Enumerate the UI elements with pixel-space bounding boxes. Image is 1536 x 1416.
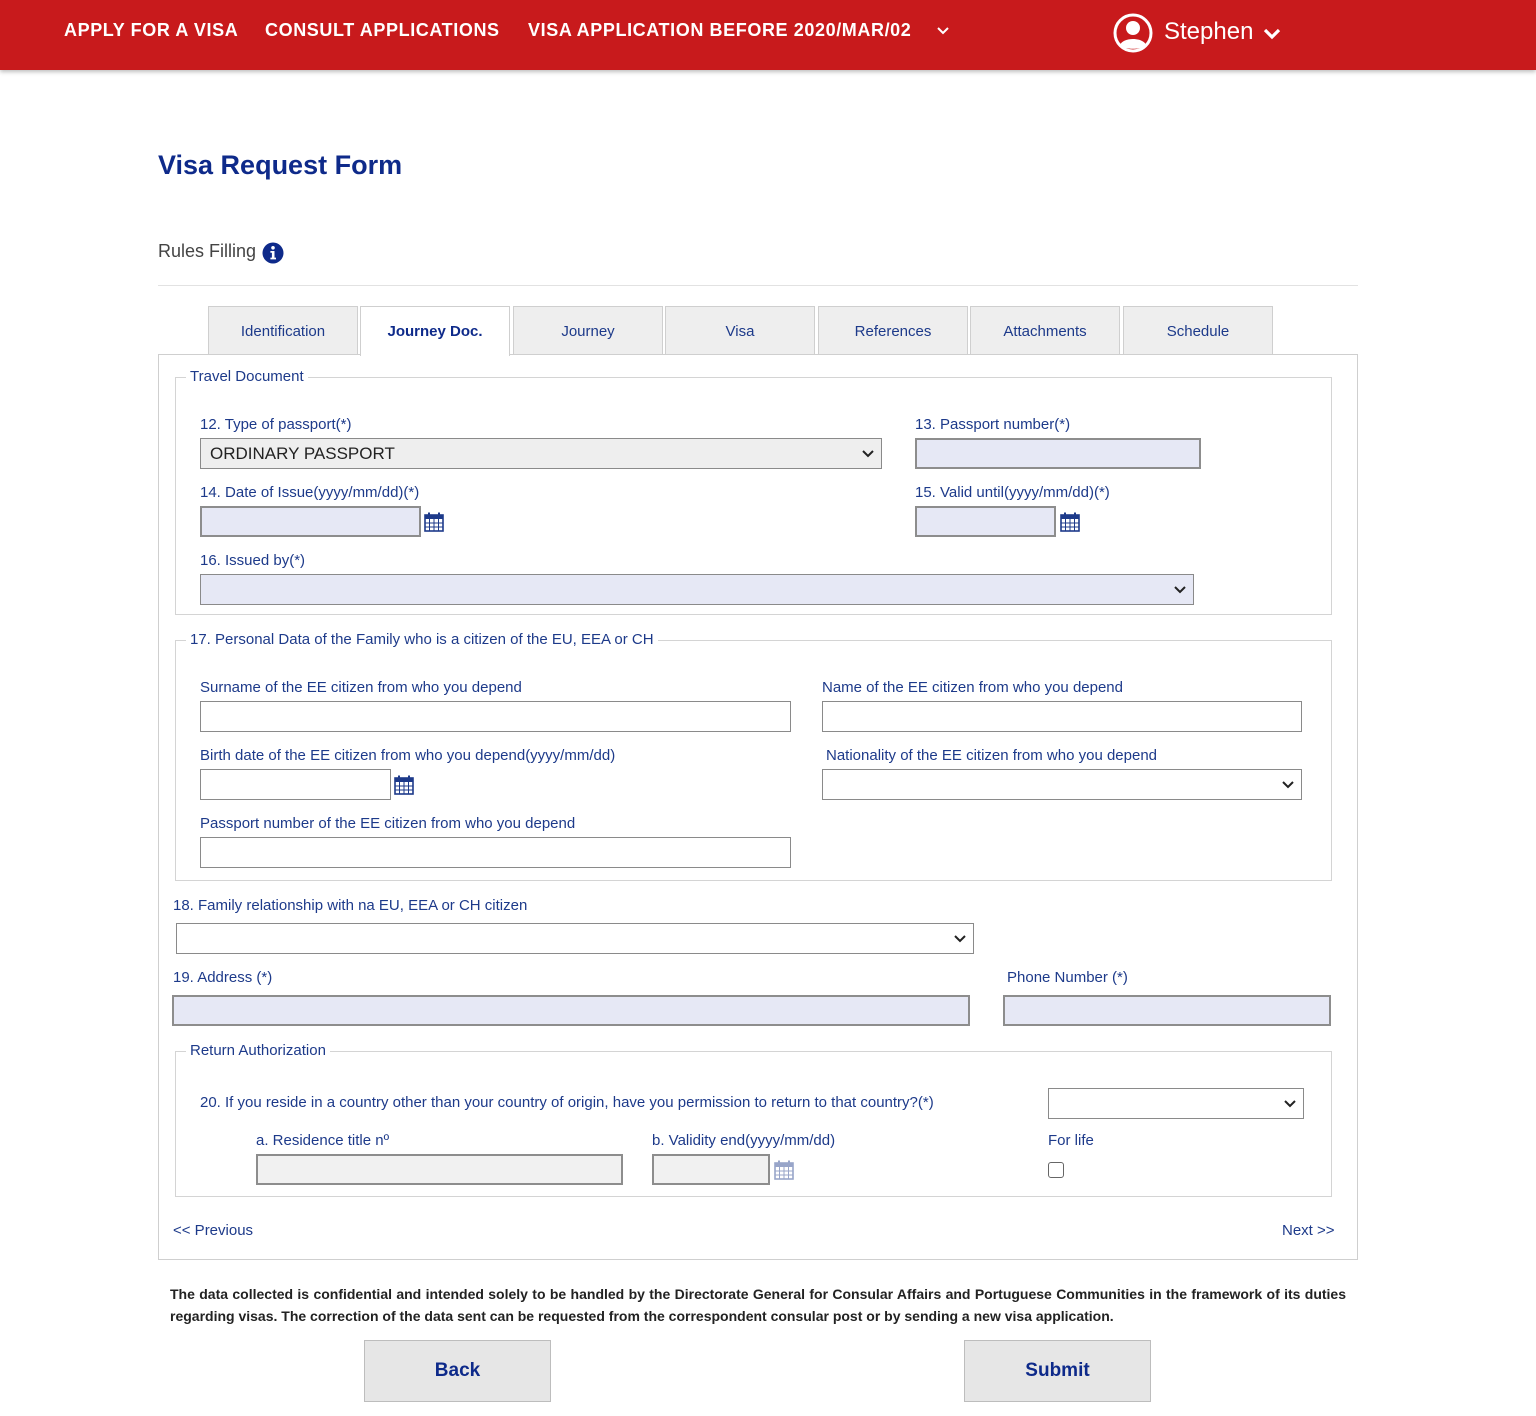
ee-surname-label: Surname of the EE citizen from who you d… [200, 679, 522, 696]
for-life-label: For life [1048, 1132, 1094, 1149]
passport-type-select[interactable]: ORDINARY PASSPORT [200, 438, 882, 469]
return-permission-select[interactable] [1048, 1088, 1304, 1119]
nav-visa-application-before[interactable]: VISA APPLICATION BEFORE 2020/MAR/02 [528, 20, 911, 41]
submit-button[interactable]: Submit [964, 1340, 1151, 1402]
passport-type-value: ORDINARY PASSPORT [210, 443, 395, 463]
rules-filling-label: Rules Filling [158, 241, 257, 261]
date-of-issue-input[interactable] [200, 506, 421, 537]
top-navigation-bar: APPLY FOR A VISA CONSULT APPLICATIONS VI… [0, 0, 1536, 70]
ee-passport-input[interactable] [200, 837, 791, 868]
ee-birth-date-input[interactable] [200, 769, 391, 800]
issued-by-label: 16. Issued by(*) [200, 552, 306, 569]
validity-end-input[interactable] [652, 1154, 770, 1185]
nav-consult-applications[interactable]: CONSULT APPLICATIONS [265, 20, 500, 41]
tab-schedule[interactable]: Schedule [1123, 306, 1273, 355]
ee-nationality-select[interactable] [822, 769, 1302, 800]
family-relationship-select[interactable] [176, 923, 974, 954]
calendar-icon[interactable] [1060, 512, 1080, 532]
chevron-down-icon [954, 935, 966, 943]
travel-document-legend: Travel Document [186, 368, 308, 385]
family-data-legend: 17. Personal Data of the Family who is a… [186, 631, 658, 648]
family-relationship-label: 18. Family relationship with na EU, EEA … [173, 897, 528, 914]
user-name[interactable]: Stephen [1164, 18, 1253, 46]
calendar-icon[interactable] [424, 512, 444, 532]
address-input[interactable] [172, 995, 970, 1026]
user-menu-chevron-icon[interactable] [1263, 26, 1281, 42]
tab-identification[interactable]: Identification [208, 306, 358, 355]
page-title: Visa Request Form [158, 150, 403, 180]
ee-birth-date-label: Birth date of the EE citizen from who yo… [200, 747, 616, 764]
passport-type-label: 12. Type of passport(*) [200, 416, 352, 433]
ee-passport-label: Passport number of the EE citizen from w… [200, 815, 576, 832]
phone-number-label: Phone Number (*) [1007, 969, 1128, 986]
return-permission-question: 20. If you reside in a country other tha… [200, 1094, 934, 1111]
chevron-down-icon [1282, 781, 1294, 789]
ee-surname-input[interactable] [200, 701, 791, 732]
ee-nationality-label: Nationality of the EE citizen from who y… [826, 747, 1158, 764]
residence-title-input[interactable] [256, 1154, 623, 1185]
validity-end-label: b. Validity end(yyyy/mm/dd) [652, 1132, 836, 1149]
tab-journey-doc[interactable]: Journey Doc. [360, 306, 510, 356]
chevron-down-icon [1174, 586, 1186, 594]
calendar-icon[interactable] [774, 1160, 794, 1180]
address-label: 19. Address (*) [173, 969, 273, 986]
phone-number-input[interactable] [1003, 995, 1331, 1026]
passport-number-label: 13. Passport number(*) [915, 416, 1071, 433]
tab-journey[interactable]: Journey [513, 306, 663, 355]
tab-visa[interactable]: Visa [665, 306, 815, 355]
return-authorization-legend: Return Authorization [186, 1042, 330, 1059]
tab-references[interactable]: References [818, 306, 968, 355]
form-panel: Travel Document 12. Type of passport(*) … [158, 354, 1358, 1260]
privacy-notice: The data collected is confidential and i… [170, 1286, 1346, 1324]
ee-name-label: Name of the EE citizen from who you depe… [822, 679, 1123, 696]
chevron-down-icon [862, 450, 874, 458]
ee-name-input[interactable] [822, 701, 1302, 732]
date-of-issue-label: 14. Date of Issue(yyyy/mm/dd)(*) [200, 484, 420, 501]
user-avatar-icon[interactable] [1113, 13, 1153, 53]
tab-attachments[interactable]: Attachments [970, 306, 1120, 355]
passport-number-input[interactable] [915, 438, 1201, 469]
for-life-checkbox[interactable] [1048, 1162, 1064, 1178]
calendar-icon[interactable] [394, 775, 414, 795]
chevron-down-icon [1284, 1100, 1296, 1108]
back-button[interactable]: Back [364, 1340, 551, 1402]
divider [158, 285, 1358, 286]
issued-by-select[interactable] [200, 574, 1194, 605]
next-link[interactable]: Next >> [1282, 1222, 1335, 1239]
previous-link[interactable]: << Previous [173, 1222, 253, 1239]
valid-until-input[interactable] [915, 506, 1056, 537]
info-icon[interactable] [262, 242, 284, 264]
nav-apply-for-visa[interactable]: APPLY FOR A VISA [64, 20, 238, 41]
chevron-down-icon[interactable] [936, 24, 950, 38]
valid-until-label: 15. Valid until(yyyy/mm/dd)(*) [915, 484, 1110, 501]
residence-title-label: a. Residence title nº [256, 1132, 390, 1149]
